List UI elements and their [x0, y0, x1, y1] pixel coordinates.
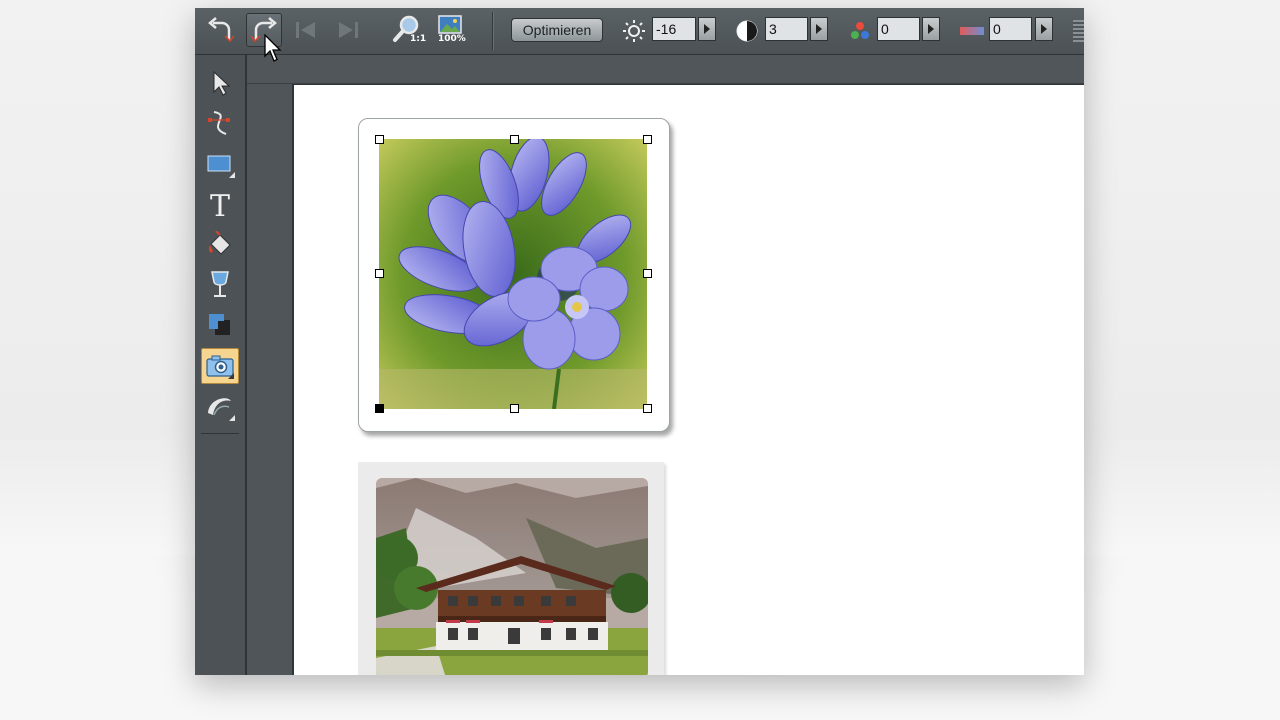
submenu-corner-icon — [229, 415, 235, 421]
contrast-icon — [734, 19, 760, 43]
arrow-right-icon — [704, 24, 710, 34]
rectangle-tool[interactable] — [201, 146, 239, 182]
temperature-icon — [959, 19, 985, 43]
photo-frame-flower[interactable] — [358, 118, 670, 432]
zoom-1to1-label: 1:1 — [410, 34, 427, 44]
fill-tool[interactable] — [201, 227, 239, 263]
selection-handle-top-left[interactable] — [375, 135, 384, 144]
zoom-100-label: 100% — [438, 34, 466, 44]
selection-handle-top-right[interactable] — [643, 135, 652, 144]
submenu-corner-icon — [228, 373, 234, 379]
first-frame-button[interactable] — [288, 13, 324, 47]
zoom-1to1-button[interactable]: 1:1 — [389, 13, 427, 47]
toolbar-overflow-grip[interactable] — [1073, 20, 1084, 42]
saturation-icon — [847, 19, 873, 43]
bezier-tool[interactable] — [201, 105, 239, 141]
photo-frame-house[interactable] — [358, 462, 664, 675]
first-frame-icon — [296, 22, 315, 38]
document-page[interactable] — [292, 84, 1084, 675]
brightness-arrow-button[interactable] — [698, 17, 716, 41]
selection-handle-bottom-right[interactable] — [643, 404, 652, 413]
workspace[interactable] — [247, 55, 1084, 675]
temperature-arrow-button[interactable] — [1035, 17, 1053, 41]
last-frame-icon — [339, 22, 358, 38]
selection-handle-left[interactable] — [375, 269, 384, 278]
photo-editor-window: 1:1 100% Optimieren -16 3 0 0 T — [195, 8, 1084, 675]
last-frame-button[interactable] — [330, 13, 366, 47]
mouse-cursor-icon — [264, 34, 282, 62]
brightness-input[interactable] — [652, 17, 696, 41]
selection-handle-bottom-left[interactable] — [375, 404, 384, 413]
toolbox: T — [195, 55, 247, 675]
text-t-icon: T — [210, 189, 230, 219]
house-photo[interactable] — [376, 478, 648, 675]
shadow-icon — [209, 314, 230, 335]
zoom-100-button[interactable]: 100% — [432, 13, 468, 47]
arrow-pointer-icon — [213, 70, 231, 96]
optimize-button[interactable]: Optimieren — [511, 18, 603, 42]
selection-handle-top[interactable] — [510, 135, 519, 144]
saturation-input[interactable] — [877, 17, 920, 41]
flower-image — [379, 139, 647, 409]
submenu-corner-icon — [229, 172, 235, 178]
top-ruler — [247, 55, 1084, 84]
photo-tool[interactable] — [201, 348, 239, 384]
arrow-right-icon — [1041, 24, 1047, 34]
wine-glass-icon — [211, 271, 229, 297]
transparency-tool[interactable] — [201, 267, 239, 303]
brush-tool[interactable] — [201, 389, 239, 425]
contrast-input[interactable] — [765, 17, 808, 41]
arrow-right-icon — [816, 24, 822, 34]
text-tool[interactable]: T — [201, 186, 239, 222]
temperature-input[interactable] — [989, 17, 1032, 41]
undo-icon — [208, 17, 235, 43]
saturation-arrow-button[interactable] — [922, 17, 940, 41]
brightness-icon — [621, 19, 647, 43]
selection-handle-bottom[interactable] — [510, 404, 519, 413]
selection-handle-right[interactable] — [643, 269, 652, 278]
shadow-tool[interactable] — [201, 307, 239, 343]
house-image — [376, 478, 648, 675]
svg-text:T: T — [210, 189, 230, 219]
bezier-curve-icon — [208, 111, 230, 135]
contrast-arrow-button[interactable] — [810, 17, 828, 41]
undo-button[interactable] — [203, 13, 239, 47]
toolbox-divider — [201, 433, 239, 434]
flower-photo[interactable] — [379, 139, 647, 409]
arrow-right-icon — [928, 24, 934, 34]
top-toolbar: 1:1 100% Optimieren — [195, 8, 1084, 55]
selector-tool[interactable] — [201, 65, 239, 101]
paint-bucket-icon — [208, 231, 231, 255]
toolbar-separator — [492, 12, 494, 50]
